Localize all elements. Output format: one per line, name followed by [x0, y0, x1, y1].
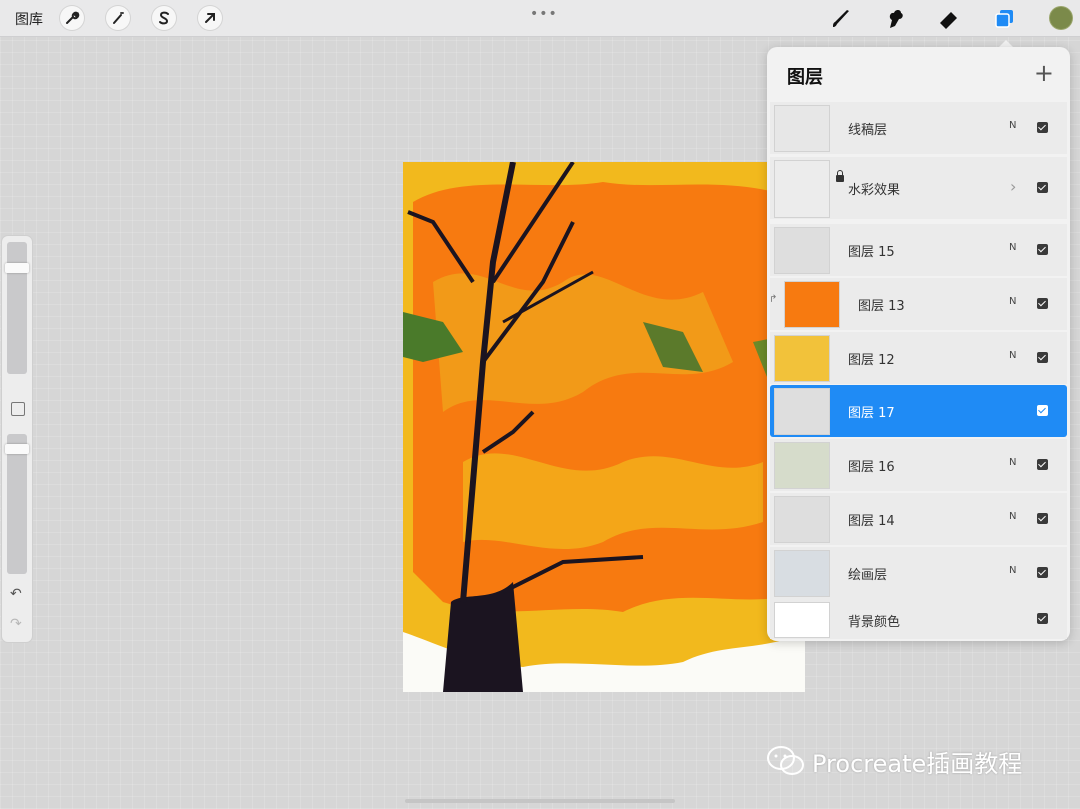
- eraser-icon[interactable]: [936, 6, 962, 32]
- blend-mode[interactable]: N: [1009, 511, 1016, 522]
- visibility-checkbox[interactable]: [1037, 567, 1048, 578]
- watermark-text: Procreate插画教程: [812, 749, 1023, 778]
- blend-mode[interactable]: N: [1009, 242, 1016, 253]
- clipping-mask-icon: ↱: [769, 294, 778, 305]
- visibility-checkbox[interactable]: [1037, 613, 1048, 624]
- layer-name: 水彩效果: [848, 183, 901, 198]
- group-thumbnail: [774, 160, 830, 218]
- layer-thumbnail: [774, 335, 830, 382]
- artwork-canvas[interactable]: [403, 162, 805, 692]
- visibility-checkbox[interactable]: [1037, 352, 1048, 363]
- layer-name: 线稿层: [848, 123, 888, 138]
- transform-arrow-icon[interactable]: [198, 6, 222, 30]
- color-picker-swatch[interactable]: [1050, 7, 1072, 29]
- more-options-dots[interactable]: •••: [530, 6, 558, 22]
- blend-mode[interactable]: N: [1009, 350, 1016, 361]
- top-toolbar: 图库 •••: [0, 0, 1080, 37]
- layer-name: 图层 15: [848, 245, 895, 260]
- layer-group-row[interactable]: 水彩效果 ›: [770, 157, 1067, 219]
- visibility-checkbox[interactable]: [1037, 122, 1048, 133]
- visibility-checkbox[interactable]: [1037, 298, 1048, 309]
- visibility-checkbox[interactable]: [1037, 405, 1048, 416]
- opacity-knob[interactable]: [5, 444, 29, 454]
- layer-thumbnail: [784, 281, 840, 328]
- visibility-checkbox[interactable]: [1037, 513, 1048, 524]
- home-indicator: [405, 799, 675, 803]
- visibility-checkbox[interactable]: [1037, 459, 1048, 470]
- layer-thumbnail: [774, 388, 830, 435]
- layer-row[interactable]: ↱ 图层 13 N: [769, 278, 1067, 330]
- layer-thumbnail: [774, 442, 830, 489]
- wechat-icon: [767, 746, 804, 775]
- undo-icon[interactable]: ↶: [10, 586, 22, 602]
- modify-button[interactable]: [11, 402, 25, 416]
- blend-mode[interactable]: N: [1009, 296, 1016, 307]
- opacity-slider[interactable]: [7, 434, 27, 574]
- visibility-checkbox[interactable]: [1037, 244, 1048, 255]
- layer-row[interactable]: 绘画层 N: [770, 547, 1067, 599]
- layers-panel: 图层 + 线稿层 N 水彩效果 › 图层 15 N ↱ 图层 13 N 图层 1…: [767, 47, 1070, 641]
- blend-mode[interactable]: N: [1009, 565, 1016, 576]
- redo-icon: ↷: [10, 616, 22, 632]
- visibility-checkbox[interactable]: [1037, 182, 1048, 193]
- smudge-icon[interactable]: [882, 6, 908, 32]
- autumn-tree-painting: [403, 162, 805, 692]
- layer-row[interactable]: 图层 16 N: [770, 439, 1067, 491]
- layer-name: 背景颜色: [848, 615, 901, 630]
- layers-icon[interactable]: [992, 6, 1018, 32]
- layer-thumbnail: [774, 496, 830, 543]
- blend-mode[interactable]: N: [1009, 457, 1016, 468]
- brush-icon[interactable]: [828, 6, 854, 32]
- background-color-swatch[interactable]: [774, 602, 830, 638]
- layer-row-selected[interactable]: 图层 17: [770, 385, 1067, 437]
- blend-mode[interactable]: N: [1009, 120, 1016, 131]
- layer-thumbnail: [774, 227, 830, 274]
- layer-name: 图层 13: [858, 299, 905, 314]
- layer-name: 图层 14: [848, 514, 895, 529]
- layer-name: 图层 17: [848, 406, 895, 421]
- layer-row[interactable]: 图层 15 N: [770, 224, 1067, 276]
- layer-thumbnail: [774, 550, 830, 597]
- left-sidebar: ↶ ↷: [2, 236, 32, 642]
- lock-icon: [836, 170, 844, 182]
- layer-row[interactable]: 线稿层 N: [770, 102, 1067, 154]
- chevron-right-icon[interactable]: ›: [1010, 177, 1016, 196]
- layer-row[interactable]: 图层 14 N: [770, 493, 1067, 545]
- brush-size-slider[interactable]: [7, 242, 27, 374]
- magic-wand-icon[interactable]: [106, 6, 130, 30]
- wrench-icon[interactable]: [60, 6, 84, 30]
- layer-name: 绘画层: [848, 568, 888, 583]
- gallery-button[interactable]: 图库: [15, 9, 43, 29]
- layer-name: 图层 16: [848, 460, 895, 475]
- add-layer-icon[interactable]: +: [1034, 59, 1054, 87]
- layer-row[interactable]: 图层 12 N: [770, 332, 1067, 384]
- layer-thumbnail: [774, 105, 830, 152]
- selection-s-icon[interactable]: [152, 6, 176, 30]
- background-color-row[interactable]: 背景颜色: [770, 599, 1067, 639]
- brush-size-knob[interactable]: [5, 263, 29, 273]
- layers-panel-title: 图层: [787, 67, 823, 88]
- layer-name: 图层 12: [848, 353, 895, 368]
- watermark: Procreate插画教程: [766, 744, 1022, 778]
